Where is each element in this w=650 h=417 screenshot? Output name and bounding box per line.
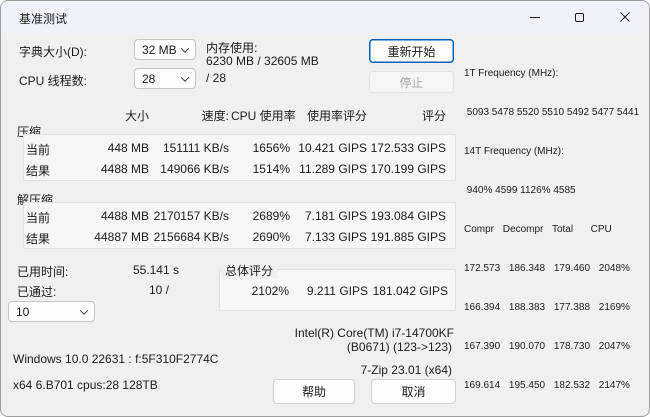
cancel-button[interactable]: 取消	[371, 379, 456, 404]
maximize-icon	[575, 12, 584, 22]
decompression-current-speed: 2170157 KB/s	[153, 209, 229, 223]
compression-current-size: 448 MB	[107, 141, 149, 155]
compression-current-label: 当前	[26, 143, 51, 157]
compression-current-cpu: 1656%	[252, 141, 290, 155]
compression-current-rating: 172.533 GIPS	[370, 141, 446, 155]
minimize-button[interactable]	[512, 2, 557, 32]
dictionary-size-value: 32 MB	[142, 42, 177, 57]
memory-usage-value: 6230 MB / 32605 MB	[206, 54, 319, 68]
passes-count-value: 10	[16, 304, 30, 319]
elapsed-time-value: 55.141 s	[132, 263, 179, 277]
total-cpu-usage: 2102%	[251, 284, 289, 298]
stop-button[interactable]: 停止	[369, 71, 454, 93]
passes-count-select[interactable]: 10	[8, 301, 95, 322]
compression-result-label: 结果	[26, 164, 51, 178]
cpu-threads-label: CPU 线程数:	[19, 74, 88, 88]
compression-result-speed: 149066 KB/s	[160, 162, 229, 176]
decompression-result-speed: 2156684 KB/s	[153, 230, 229, 244]
decompression-result-rating-usage: 7.133 GIPS	[304, 230, 367, 244]
cpu-info-line: 166.394 188.383 177.388 2169%	[464, 302, 630, 313]
cpu-info-line: Compr Decompr Total CPU	[464, 224, 612, 235]
cpu-info-line: 5093 5478 5520 5510 5492 5477 5441	[464, 107, 640, 118]
cpu-name-text: Intel(R) Core(TM) i7-14700KF	[294, 326, 454, 340]
header-speed: 速度:	[201, 109, 229, 123]
total-rating-value: 181.042 GIPS	[372, 284, 448, 298]
elapsed-time-label: 已用时间:	[17, 265, 69, 279]
header-cpu-usage: CPU 使用率	[231, 109, 296, 123]
header-rating-usage: 使用率评分	[306, 109, 367, 123]
cpu-info-line: 1T Frequency (MHz):	[464, 68, 559, 79]
passes-label: 已通过:	[17, 285, 57, 299]
compression-current-speed: 151111 KB/s	[162, 141, 229, 155]
cpu-threads-value: 28	[142, 71, 156, 86]
decompression-current-cpu: 2689%	[252, 209, 290, 223]
maximize-button[interactable]	[557, 2, 602, 32]
arch-info-text: x64 6.B701 cpus:28 128TB	[13, 378, 158, 392]
cpu-revision-text: (B0671) (123->123)	[346, 340, 452, 354]
decompression-result-label: 结果	[26, 232, 51, 246]
decompression-result-cpu: 2690%	[252, 230, 290, 244]
chevron-down-icon	[180, 43, 190, 53]
titlebar: 基准测试	[1, 1, 649, 33]
os-version-text: Windows 10.0 22631 : f:5F310F2774C	[13, 352, 219, 366]
close-icon	[619, 12, 630, 22]
decompression-current-label: 当前	[26, 211, 51, 225]
close-button[interactable]	[602, 2, 647, 32]
dictionary-size-label: 字典大小(D):	[19, 45, 87, 59]
cpu-info-line: 172.573 186.348 179.460 2048%	[464, 263, 630, 274]
cpu-info-line: 940% 4599 1126% 4585	[464, 185, 576, 196]
cpu-info-line: 169.614 195.450 182.532 2147%	[464, 380, 630, 391]
cpu-threads-select[interactable]: 28	[134, 68, 196, 89]
compression-result-rating: 170.199 GIPS	[370, 162, 446, 176]
header-size: 大小	[124, 109, 149, 123]
window-title: 基准测试	[19, 12, 68, 26]
decompression-current-rating: 193.084 GIPS	[370, 209, 446, 223]
compression-current-rating-usage: 10.421 GIPS	[298, 141, 367, 155]
cpu-info-line: 14T Frequency (MHz):	[464, 146, 564, 157]
minimize-icon	[529, 16, 540, 18]
app-version-text: 7-Zip 23.01 (x64)	[360, 363, 452, 377]
total-rating-usage: 9.211 GIPS	[306, 284, 368, 298]
decompression-result-rating: 191.885 GIPS	[370, 230, 446, 244]
window-controls	[512, 2, 647, 32]
decompression-current-rating-usage: 7.181 GIPS	[304, 209, 367, 223]
chevron-down-icon	[180, 72, 190, 82]
benchmark-dialog: 基准测试 字典大小(D): 32 MB 内存使用: 6230 MB / 3260…	[0, 0, 650, 417]
total-rating-label: 总体评分	[221, 262, 278, 279]
decompression-current-size: 4488 MB	[100, 209, 149, 223]
compression-result-cpu: 1514%	[252, 162, 290, 176]
header-rating: 评分	[421, 109, 446, 123]
decompression-result-size: 44887 MB	[94, 230, 149, 244]
compression-result-size: 4488 MB	[100, 162, 149, 176]
cpu-info-panel: 1T Frequency (MHz): 5093 5478 5520 5510 …	[464, 41, 646, 416]
help-button[interactable]: 帮助	[273, 379, 355, 404]
compression-result-rating-usage: 11.289 GIPS	[299, 162, 367, 176]
dictionary-size-select[interactable]: 32 MB	[134, 39, 196, 60]
cpu-threads-total: / 28	[206, 71, 227, 85]
restart-button[interactable]: 重新开始	[369, 39, 454, 63]
chevron-down-icon	[79, 305, 89, 315]
cpu-info-line: 167.390 190.070 178.730 2047%	[464, 341, 630, 352]
passes-value: 10 /	[148, 283, 169, 297]
